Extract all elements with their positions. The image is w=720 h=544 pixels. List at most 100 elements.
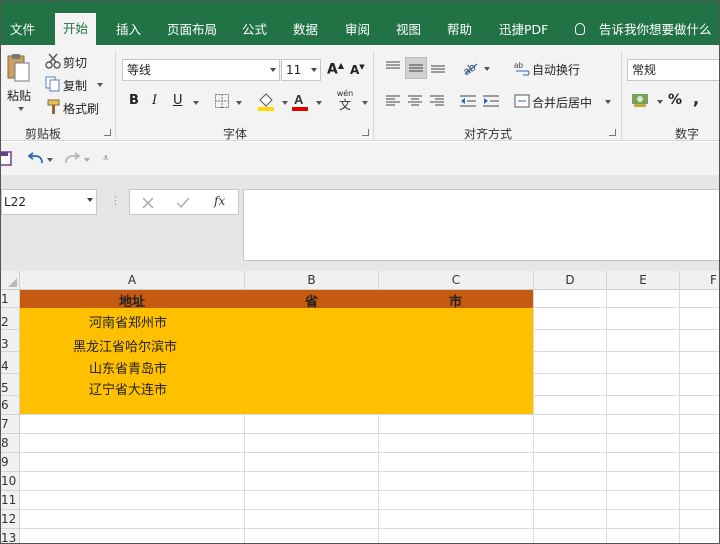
worksheet-grid[interactable]: A B C D E F 1 2 3 4 5 6 7 8 9 10 11 12 1… <box>1 271 719 543</box>
cell-a3[interactable]: 黑龙江省哈尔滨市 <box>73 336 177 355</box>
row-header[interactable]: 5 <box>1 374 20 396</box>
tab-view[interactable]: 视图 <box>396 15 421 45</box>
formula-buttons: fx <box>129 189 239 215</box>
phonetic-guide-button[interactable]: wén 文 <box>334 89 356 112</box>
row-header[interactable]: 11 <box>1 491 20 510</box>
percent-style-button[interactable]: % <box>668 92 682 108</box>
font-name-combobox[interactable]: 等线 <box>122 59 280 81</box>
align-middle-button[interactable] <box>405 57 427 79</box>
copy-button[interactable]: 复制 <box>63 77 87 94</box>
toolbar-spacer <box>1 175 719 189</box>
tab-page-layout[interactable]: 页面布局 <box>167 15 217 45</box>
ribbon-home: 粘贴 剪切 复制 格式刷 剪贴板 等线 11 A▲ A▼ B I U A wén… <box>1 45 719 141</box>
save-icon[interactable] <box>0 151 13 167</box>
bold-button[interactable]: B <box>129 93 139 108</box>
merge-dropdown-icon[interactable] <box>605 100 611 104</box>
increase-indent-icon[interactable] <box>482 94 500 108</box>
align-top-icon[interactable] <box>385 60 401 74</box>
font-color-dropdown-icon[interactable] <box>316 101 322 105</box>
formula-input[interactable] <box>243 189 719 261</box>
borders-dropdown-icon[interactable] <box>236 101 242 105</box>
column-header-e[interactable]: E <box>607 271 680 290</box>
cell-a1[interactable]: 地址 <box>119 291 145 310</box>
cut-button[interactable]: 剪切 <box>63 54 87 71</box>
paste-dropdown-icon[interactable] <box>18 107 24 111</box>
customize-qat-icon[interactable]: ⩡ <box>103 153 109 164</box>
paste-button[interactable]: 粘贴 <box>7 87 31 104</box>
fill-color-icon[interactable] <box>257 91 275 111</box>
copy-dropdown-icon[interactable] <box>97 83 103 87</box>
undo-dropdown-icon[interactable] <box>47 158 53 162</box>
align-right-icon[interactable] <box>429 94 445 108</box>
tab-insert[interactable]: 插入 <box>116 15 141 45</box>
merge-center-button[interactable]: 合并后居中 <box>532 94 592 111</box>
decrease-font-size-button[interactable]: A▼ <box>350 63 365 77</box>
decrease-indent-icon[interactable] <box>459 94 477 108</box>
gridline <box>534 373 719 374</box>
tab-file[interactable]: 文件 <box>10 15 35 45</box>
increase-font-size-button[interactable]: A▲ <box>327 61 344 78</box>
tab-review[interactable]: 审阅 <box>345 15 370 45</box>
cancel-icon[interactable] <box>142 197 154 209</box>
italic-button[interactable]: I <box>152 93 157 108</box>
accounting-dropdown-icon[interactable] <box>657 100 663 104</box>
number-format-combobox[interactable]: 常规 <box>627 59 719 81</box>
tell-me-search[interactable]: 告诉我你想要做什么 <box>599 15 712 45</box>
accounting-format-icon[interactable] <box>631 92 649 108</box>
row-header[interactable]: 8 <box>1 434 20 453</box>
column-header-c[interactable]: C <box>379 271 534 290</box>
clipboard-launcher-icon[interactable] <box>104 129 111 136</box>
align-left-icon[interactable] <box>385 94 401 108</box>
cell-b1[interactable]: 省 <box>305 291 318 310</box>
underline-button[interactable]: U <box>173 93 183 108</box>
column-header-b[interactable]: B <box>245 271 379 290</box>
tab-formulas[interactable]: 公式 <box>242 15 267 45</box>
tab-home[interactable]: 开始 <box>55 13 97 45</box>
redo-dropdown-icon[interactable] <box>84 158 90 162</box>
font-color-icon[interactable]: A <box>291 91 309 111</box>
undo-icon[interactable] <box>28 152 44 166</box>
cell-a5[interactable]: 辽宁省大连市 <box>89 379 167 398</box>
row-header[interactable]: 13 <box>1 529 20 543</box>
tab-data[interactable]: 数据 <box>293 15 318 45</box>
underline-dropdown-icon[interactable] <box>193 101 199 105</box>
name-box[interactable]: L22 <box>1 189 97 215</box>
comma-style-button[interactable]: , <box>693 89 699 108</box>
alignment-launcher-icon[interactable] <box>609 129 616 136</box>
font-size-combobox[interactable]: 11 <box>281 59 321 81</box>
column-header-a[interactable]: A <box>20 271 245 290</box>
wrap-text-button[interactable]: 自动换行 <box>532 61 580 78</box>
borders-icon[interactable] <box>214 93 230 109</box>
cell-a4[interactable]: 山东省青岛市 <box>89 358 167 377</box>
row-header[interactable]: 4 <box>1 352 20 374</box>
row-header[interactable]: 9 <box>1 453 20 472</box>
row-header[interactable]: 6 <box>1 396 20 415</box>
format-painter-icon <box>47 99 60 114</box>
row-header[interactable]: 10 <box>1 472 20 491</box>
orientation-dropdown-icon[interactable] <box>484 67 490 71</box>
enter-check-icon[interactable] <box>176 197 190 209</box>
font-launcher-icon[interactable] <box>362 129 369 136</box>
row-header[interactable]: 7 <box>1 415 20 434</box>
orientation-icon[interactable]: ab <box>461 58 479 76</box>
tab-help[interactable]: 帮助 <box>447 15 472 45</box>
format-painter-button[interactable]: 格式刷 <box>63 100 99 117</box>
fill-color-dropdown-icon[interactable] <box>282 101 288 105</box>
formula-bar-grip-icon[interactable]: ⋮ <box>110 194 121 207</box>
row-header[interactable]: 1 <box>1 290 20 308</box>
select-all-corner[interactable] <box>1 271 20 290</box>
row-header[interactable]: 3 <box>1 330 20 352</box>
row-header[interactable]: 2 <box>1 308 20 330</box>
tab-xunjie-pdf[interactable]: 迅捷PDF <box>499 15 548 45</box>
cell-a2[interactable]: 河南省郑州市 <box>89 312 167 331</box>
redo-icon[interactable] <box>64 152 80 166</box>
column-header-f[interactable]: F <box>680 271 719 290</box>
insert-function-button[interactable]: fx <box>214 194 225 208</box>
cell-c1[interactable]: 市 <box>449 291 462 310</box>
row-header[interactable]: 12 <box>1 510 20 529</box>
phonetic-dropdown-icon[interactable] <box>362 101 368 105</box>
align-center-icon[interactable] <box>407 94 423 108</box>
column-header-d[interactable]: D <box>534 271 607 290</box>
align-bottom-icon[interactable] <box>430 60 446 74</box>
gridline <box>534 351 719 352</box>
